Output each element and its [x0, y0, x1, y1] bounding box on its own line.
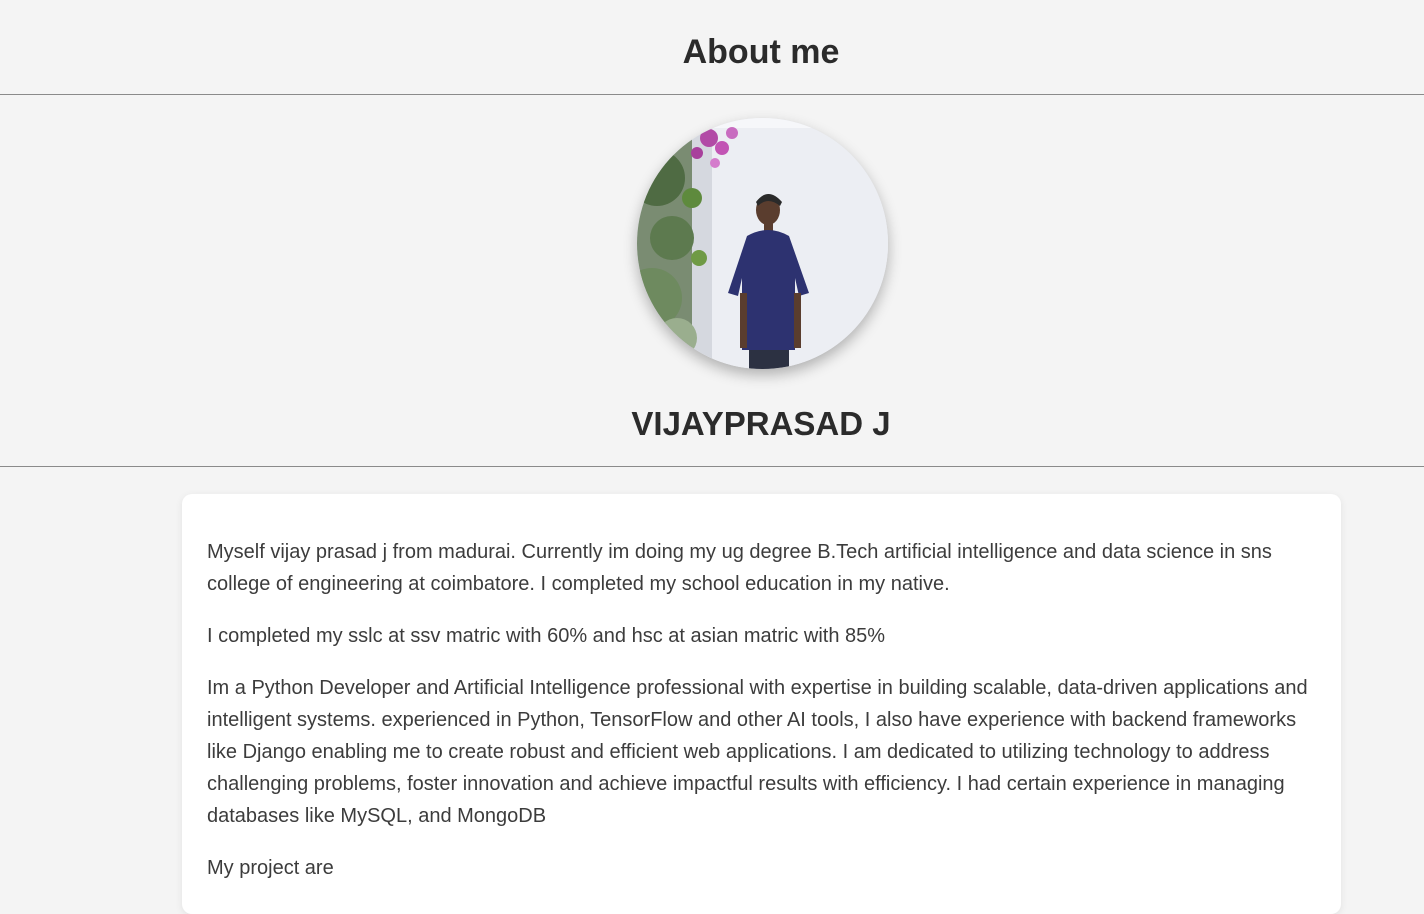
- page-header: About me: [0, 0, 1424, 95]
- about-paragraph-projects: My project are: [207, 857, 334, 879]
- about-card: Myself vijay prasad j from madurai. Curr…: [182, 494, 1341, 914]
- about-paragraph-education: I completed my sslc at ssv matric with 6…: [207, 625, 886, 647]
- profile-name: VIJAYPRASAD J: [631, 405, 891, 442]
- profile-section: VIJAYPRASAD J: [0, 95, 1424, 467]
- about-paragraph-intro: Myself vijay prasad j from madurai. Curr…: [207, 541, 1272, 595]
- about-paragraph-skills: Im a Python Developer and Artificial Int…: [207, 677, 1308, 827]
- page-title: About me: [682, 33, 840, 71]
- profile-photo: [637, 118, 888, 369]
